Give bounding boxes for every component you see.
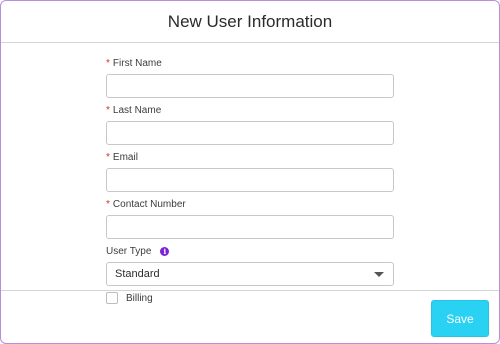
- contact-number-label: * Contact Number: [106, 198, 394, 211]
- dialog-footer: Save: [1, 290, 499, 343]
- save-button[interactable]: Save: [431, 300, 489, 337]
- last-name-label: * Last Name: [106, 104, 394, 117]
- contact-number-label-text: Contact Number: [112, 199, 186, 210]
- user-type-label-text: User Type: [106, 246, 152, 257]
- last-name-field: * Last Name: [106, 104, 394, 145]
- user-form: * First Name * Last Name * Email * Conta…: [106, 57, 394, 304]
- user-type-label: User Type i: [106, 245, 394, 258]
- email-label: * Email: [106, 151, 394, 164]
- last-name-label-text: Last Name: [112, 105, 162, 116]
- required-mark: *: [106, 152, 110, 163]
- user-type-selected-value: Standard: [115, 268, 160, 280]
- first-name-label: * First Name: [106, 57, 394, 70]
- user-type-field: User Type i Standard: [106, 245, 394, 286]
- chevron-down-icon: [374, 271, 384, 277]
- required-mark: *: [106, 58, 110, 69]
- dialog-header: New User Information: [1, 1, 499, 43]
- dialog-title: New User Information: [167, 12, 333, 31]
- first-name-field: * First Name: [106, 57, 394, 98]
- email-field: * Email: [106, 151, 394, 192]
- first-name-input[interactable]: [106, 74, 394, 98]
- user-type-select[interactable]: Standard: [106, 262, 394, 286]
- contact-number-input[interactable]: [106, 215, 394, 239]
- info-icon[interactable]: i: [160, 247, 170, 256]
- required-mark: *: [106, 199, 110, 210]
- contact-number-field: * Contact Number: [106, 198, 394, 239]
- required-mark: *: [106, 105, 110, 116]
- email-input[interactable]: [106, 168, 394, 192]
- first-name-label-text: First Name: [112, 58, 162, 69]
- email-label-text: Email: [112, 152, 138, 163]
- new-user-dialog: New User Information * First Name * Last…: [0, 0, 500, 344]
- last-name-input[interactable]: [106, 121, 394, 145]
